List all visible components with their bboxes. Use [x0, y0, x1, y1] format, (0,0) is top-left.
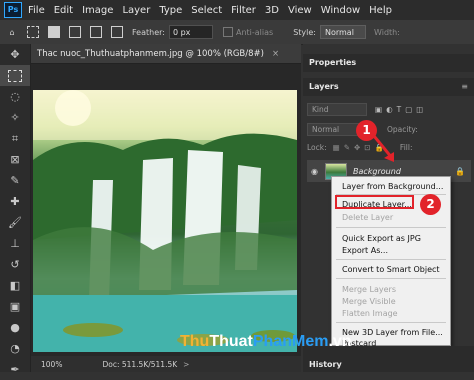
layer-lock-icon: 🔒: [455, 166, 465, 176]
kind-filter-label: Kind: [312, 105, 329, 114]
watermark-part-1: Thu: [180, 333, 210, 350]
status-menu-arrow-icon[interactable]: >: [183, 360, 189, 369]
layer-name: Background: [353, 166, 401, 176]
eraser-tool-icon[interactable]: ◧: [0, 275, 30, 296]
move-tool-icon[interactable]: ✥: [0, 44, 30, 65]
panel-menu-icon[interactable]: ≡: [461, 78, 468, 96]
menu-separator: [336, 259, 446, 260]
properties-tab-label: Properties: [309, 58, 357, 67]
blur-tool-icon[interactable]: ●: [0, 317, 30, 338]
new-selection-icon[interactable]: [45, 24, 63, 40]
menu-window[interactable]: Window: [321, 5, 360, 16]
close-icon[interactable]: ×: [272, 49, 279, 59]
frame-tool-icon[interactable]: ⊠: [0, 149, 30, 170]
step-2-marker: 2: [420, 194, 441, 215]
filter-type-icons[interactable]: ▣◐T▢◫: [375, 105, 427, 114]
fill-label: Fill:: [399, 143, 413, 152]
menu-help[interactable]: Help: [369, 5, 392, 16]
lock-label: Lock:: [307, 143, 327, 152]
duplicate-layer-highlight: [335, 195, 414, 209]
paint-bucket-tool-icon[interactable]: ▣: [0, 296, 30, 317]
anti-alias-checkbox[interactable]: [222, 27, 233, 37]
clone-stamp-tool-icon[interactable]: ⊥: [0, 233, 30, 254]
menu-3d[interactable]: 3D: [265, 5, 279, 16]
document-area: Thac nuoc_Thuthuatphanmem.jpg @ 100% (RG…: [31, 44, 301, 372]
menu-item-layer-from-background[interactable]: Layer from Background...: [332, 181, 450, 192]
healing-brush-tool-icon[interactable]: ✚: [0, 191, 30, 212]
watermark-part-3: PhanMem: [252, 333, 329, 350]
home-icon[interactable]: ⌂: [3, 24, 21, 40]
step-1-arrow: [372, 135, 394, 162]
history-tab-label: History: [309, 360, 342, 369]
watermark-part-2: Thuat: [209, 333, 253, 350]
status-bar: 100% Doc: 511.5K/511.5K >: [31, 356, 301, 372]
width-label: Width:: [373, 27, 400, 37]
document-tab[interactable]: Thac nuoc_Thuthuatphanmem.jpg @ 100% (RG…: [31, 44, 301, 64]
menu-layer[interactable]: Layer: [122, 5, 150, 16]
dodge-tool-icon[interactable]: ◔: [0, 338, 30, 359]
zoom-level[interactable]: 100%: [41, 360, 62, 369]
document-tab-title: Thac nuoc_Thuthuatphanmem.jpg @ 100% (RG…: [37, 48, 264, 59]
menu-filter[interactable]: Filter: [231, 5, 256, 16]
menu-separator: [336, 278, 446, 279]
style-select[interactable]: Normal: [319, 25, 366, 39]
eyedropper-tool-icon[interactable]: ✎: [0, 170, 30, 191]
menu-item-flatten-image[interactable]: Flatten Image: [332, 308, 450, 319]
menu-item-convert-smart-object[interactable]: Convert to Smart Object: [332, 264, 450, 275]
brush-tool-icon[interactable]: 🖌: [0, 212, 30, 233]
layer-filter-row: Kind ▣◐T▢◫: [307, 102, 470, 117]
layers-tab-label: Layers: [309, 82, 339, 91]
lasso-tool-icon[interactable]: ◌: [0, 86, 30, 107]
menu-edit[interactable]: Edit: [54, 5, 73, 16]
menu-item-merge-visible[interactable]: Merge Visible: [332, 296, 450, 307]
marquee-tool-icon[interactable]: [0, 65, 30, 86]
waterfall-image[interactable]: [33, 90, 297, 352]
menu-view[interactable]: View: [288, 5, 312, 16]
photoshop-logo-icon[interactable]: Ps: [4, 2, 22, 18]
blend-mode-value: Normal: [312, 125, 340, 134]
doc-size: Doc: 511.5K/511.5K: [102, 359, 178, 369]
menu-item-merge-layers[interactable]: Merge Layers: [332, 284, 450, 295]
waterfall-illustration: [33, 90, 297, 352]
add-selection-icon[interactable]: [66, 24, 84, 40]
marquee-preset-icon[interactable]: [24, 24, 42, 40]
subtract-selection-icon[interactable]: [87, 24, 105, 40]
menu-item-export-as[interactable]: Export As...: [332, 245, 450, 256]
style-label: Style:: [293, 27, 316, 37]
menu-file[interactable]: File: [28, 5, 45, 16]
options-bar: ⌂ Feather: 0 px Anti-alias Style: Normal…: [0, 20, 474, 45]
menu-item-quick-export-jpg[interactable]: Quick Export as JPG: [332, 233, 450, 244]
anti-alias-label: Anti-alias: [235, 27, 274, 37]
menu-bar: Ps File Edit Image Layer Type Select Fil…: [0, 0, 474, 20]
visibility-eye-icon[interactable]: ◉: [311, 167, 318, 176]
pen-tool-icon[interactable]: ✒: [0, 359, 30, 380]
feather-input[interactable]: 0 px: [168, 25, 213, 39]
crop-tool-icon[interactable]: ⌗: [0, 128, 30, 149]
kind-filter-select[interactable]: Kind: [307, 103, 367, 116]
history-brush-tool-icon[interactable]: ↺: [0, 254, 30, 275]
intersect-selection-icon[interactable]: [108, 24, 126, 40]
tools-panel: ✥ ◌ ✧ ⌗ ⊠ ✎ ✚ 🖌 ⊥ ↺ ◧ ▣ ● ◔ ✒: [0, 44, 31, 376]
menu-type[interactable]: Type: [159, 5, 182, 16]
menu-separator: [336, 322, 446, 323]
menu-image[interactable]: Image: [82, 5, 113, 16]
tab-properties[interactable]: Properties: [303, 54, 474, 72]
menu-select[interactable]: Select: [191, 5, 222, 16]
tab-layers[interactable]: Layers ≡: [303, 78, 474, 96]
feather-label: Feather:: [132, 27, 165, 37]
magic-wand-tool-icon[interactable]: ✧: [0, 107, 30, 128]
watermark-text: ThuThuatPhanMem.vn: [180, 333, 352, 351]
menu-separator: [336, 227, 446, 228]
watermark-part-4: .vn: [328, 333, 352, 350]
